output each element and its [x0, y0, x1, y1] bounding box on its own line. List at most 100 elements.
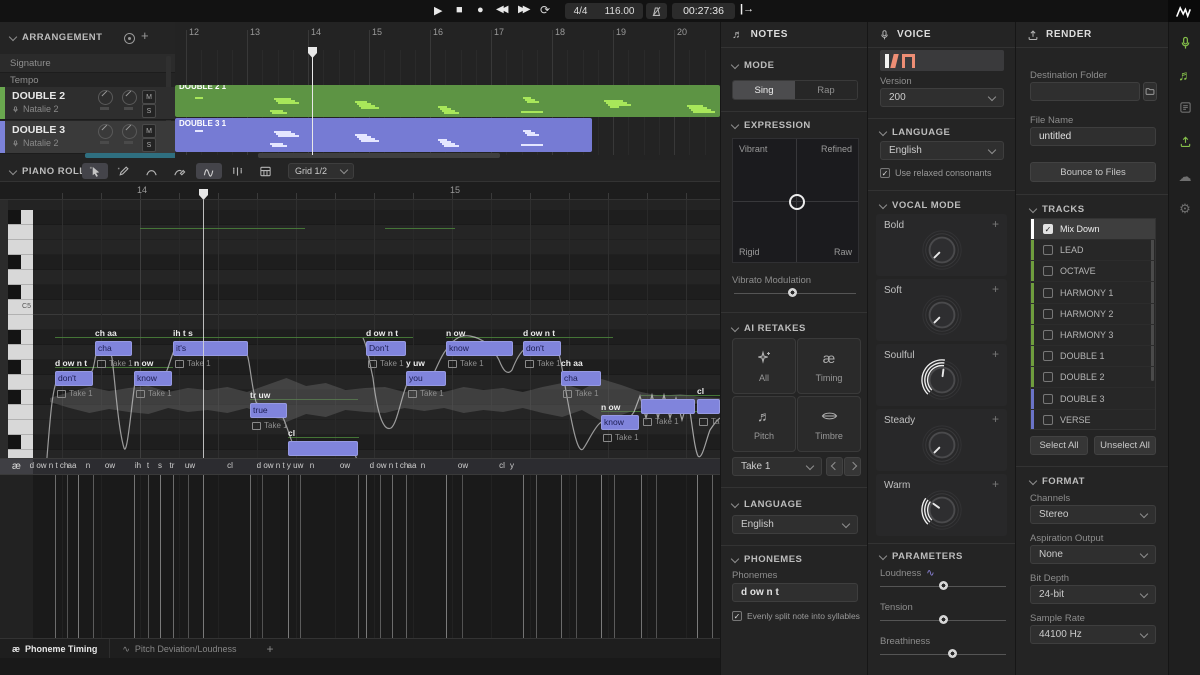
piano-key[interactable]	[8, 405, 33, 420]
sample-rate-select[interactable]: 44100 Hz	[1030, 625, 1156, 644]
time-signature[interactable]: 4/4	[574, 6, 588, 17]
destination-folder-input[interactable]	[1030, 82, 1140, 101]
collapse-mode-icon[interactable]	[731, 60, 739, 68]
note-take-label[interactable]: Take 1	[368, 359, 404, 368]
pan-knob[interactable]	[122, 124, 137, 139]
phoneme-cell[interactable]: ow	[340, 461, 350, 470]
solo-button[interactable]: S	[142, 104, 156, 118]
phoneme-cell[interactable]: d ow n t ch	[370, 461, 409, 470]
render-track-double-3[interactable]: DOUBLE 3	[1031, 389, 1155, 410]
piano-key[interactable]	[8, 330, 33, 345]
phoneme-timing-lane[interactable]	[0, 475, 720, 638]
collapse-phonemes-icon[interactable]	[731, 554, 739, 562]
retake-all-button[interactable]: All	[732, 338, 796, 394]
timeline[interactable]: 121314151617181920DOUBLE 2 1DOUBLE 3 1	[175, 22, 720, 160]
vocal-mode-knob-warm[interactable]	[919, 487, 965, 533]
phoneme-cell[interactable]: d ow n t y uw	[257, 461, 304, 470]
piano-key-black[interactable]	[8, 360, 21, 374]
voice-artwork[interactable]	[880, 50, 1004, 71]
note-take-label[interactable]: Take 1	[252, 421, 288, 430]
add-vocal-mode-icon[interactable]: +	[992, 477, 999, 491]
midi-note[interactable]: know	[601, 415, 639, 430]
retime-tool[interactable]	[224, 163, 250, 179]
phoneme-cell[interactable]: ow	[105, 461, 115, 470]
phoneme-boundary-line[interactable]	[148, 475, 149, 638]
collapse-piano-roll-icon[interactable]	[9, 166, 17, 174]
midi-note[interactable]: true	[250, 403, 287, 418]
phoneme-boundary-line[interactable]	[262, 475, 263, 638]
note-take-label[interactable]: Take 1	[525, 359, 561, 368]
phoneme-boundary-line[interactable]	[712, 475, 713, 638]
roll-playhead-handle[interactable]	[199, 189, 208, 200]
timeline-scrollbar[interactable]	[258, 153, 500, 158]
vocal-mode-knob-bold[interactable]	[919, 227, 965, 273]
midi-note[interactable]: know	[446, 341, 513, 356]
note-take-label[interactable]: Take 1	[563, 389, 599, 398]
phoneme-boundary-line[interactable]	[656, 475, 657, 638]
piano-key[interactable]	[8, 435, 33, 450]
phoneme-boundary-line[interactable]	[614, 475, 615, 638]
piano-key[interactable]	[8, 285, 33, 300]
draw-tool[interactable]	[110, 163, 136, 179]
piano-key[interactable]	[8, 450, 33, 458]
phoneme-boundary-line[interactable]	[366, 475, 367, 638]
track-checkbox[interactable]	[1043, 415, 1053, 425]
collapse-format-icon[interactable]	[1029, 476, 1037, 484]
render-track-mix-down[interactable]: Mix Down	[1031, 219, 1155, 240]
phoneme-cell[interactable]: n	[421, 461, 425, 470]
midi-note[interactable]	[288, 441, 358, 456]
note-take-label[interactable]: Take 1	[97, 359, 133, 368]
arrangement-track-2[interactable]: DOUBLE 3Natalie 2MS	[0, 121, 175, 154]
phoneme-boundary-line[interactable]	[536, 475, 537, 638]
retake-timing-button[interactable]: æTiming	[797, 338, 861, 394]
line-tool[interactable]	[138, 163, 164, 179]
curve-tool[interactable]	[166, 163, 192, 179]
piano-key-black[interactable]	[8, 330, 21, 344]
phoneme-boundary-line[interactable]	[250, 475, 251, 638]
collapse-vocal-mode-icon[interactable]	[879, 200, 887, 208]
collapse-voice-language-icon[interactable]	[879, 127, 887, 135]
phoneme-boundary-line[interactable]	[576, 475, 577, 638]
channels-select[interactable]: Stereo	[1030, 505, 1156, 524]
render-track-double-2[interactable]: DOUBLE 2	[1031, 367, 1155, 388]
next-take-button[interactable]	[844, 457, 861, 476]
prev-take-button[interactable]	[826, 457, 843, 476]
split-syllables-row[interactable]: Evenly split note into syllables	[732, 611, 860, 621]
take-select[interactable]: Take 1	[732, 457, 822, 476]
track-checkbox[interactable]	[1043, 372, 1053, 382]
render-track-double-1[interactable]: DOUBLE 1	[1031, 346, 1155, 367]
track-checkbox[interactable]	[1043, 288, 1053, 298]
grid-select[interactable]: Grid 1/2	[288, 163, 354, 179]
midi-note[interactable]: you	[406, 371, 446, 386]
add-vocal-mode-icon[interactable]: +	[992, 347, 999, 361]
loop-button[interactable]: ⟳	[540, 3, 550, 17]
phoneme-boundary-line[interactable]	[93, 475, 94, 638]
collapse-tracks-icon[interactable]	[1029, 204, 1037, 212]
add-track-icon[interactable]: +	[141, 28, 149, 43]
timeline-clip-double-2-1[interactable]: DOUBLE 2 1	[175, 85, 720, 117]
midi-note[interactable]: cha	[561, 371, 601, 386]
volume-knob[interactable]	[98, 124, 113, 139]
go-to-end-button[interactable]: |→	[740, 3, 754, 15]
sidebar-notes-button[interactable]: ♬	[1169, 60, 1200, 90]
piano-key[interactable]: C5	[8, 300, 33, 315]
add-vocal-mode-icon[interactable]: +	[992, 282, 999, 296]
piano-roll-ruler[interactable]: 1415	[0, 182, 720, 200]
collapse-language-icon[interactable]	[731, 499, 739, 507]
vibrato-slider[interactable]	[734, 288, 856, 298]
signature-lane[interactable]: Signature	[0, 54, 175, 73]
bounce-button[interactable]: Bounce to Files	[1030, 162, 1156, 182]
midi-note[interactable]: don't	[55, 371, 93, 386]
note-take-label[interactable]: Take 1	[643, 417, 679, 426]
mute-button[interactable]: M	[142, 90, 156, 104]
phoneme-boundary-line[interactable]	[392, 475, 393, 638]
mode-rap-button[interactable]: Rap	[795, 81, 857, 99]
tab-phoneme-timing[interactable]: æ Phoneme Timing	[0, 639, 110, 659]
render-track-octave[interactable]: OCTAVE	[1031, 261, 1155, 282]
piano-key-black[interactable]	[8, 285, 21, 299]
phoneme-cell[interactable]: ih	[135, 461, 141, 470]
phoneme-cell[interactable]: s	[158, 461, 162, 470]
note-take-label[interactable]: Take 1	[57, 389, 93, 398]
phoneme-cell[interactable]: uw	[185, 461, 195, 470]
phoneme-boundary-line[interactable]	[358, 475, 359, 638]
